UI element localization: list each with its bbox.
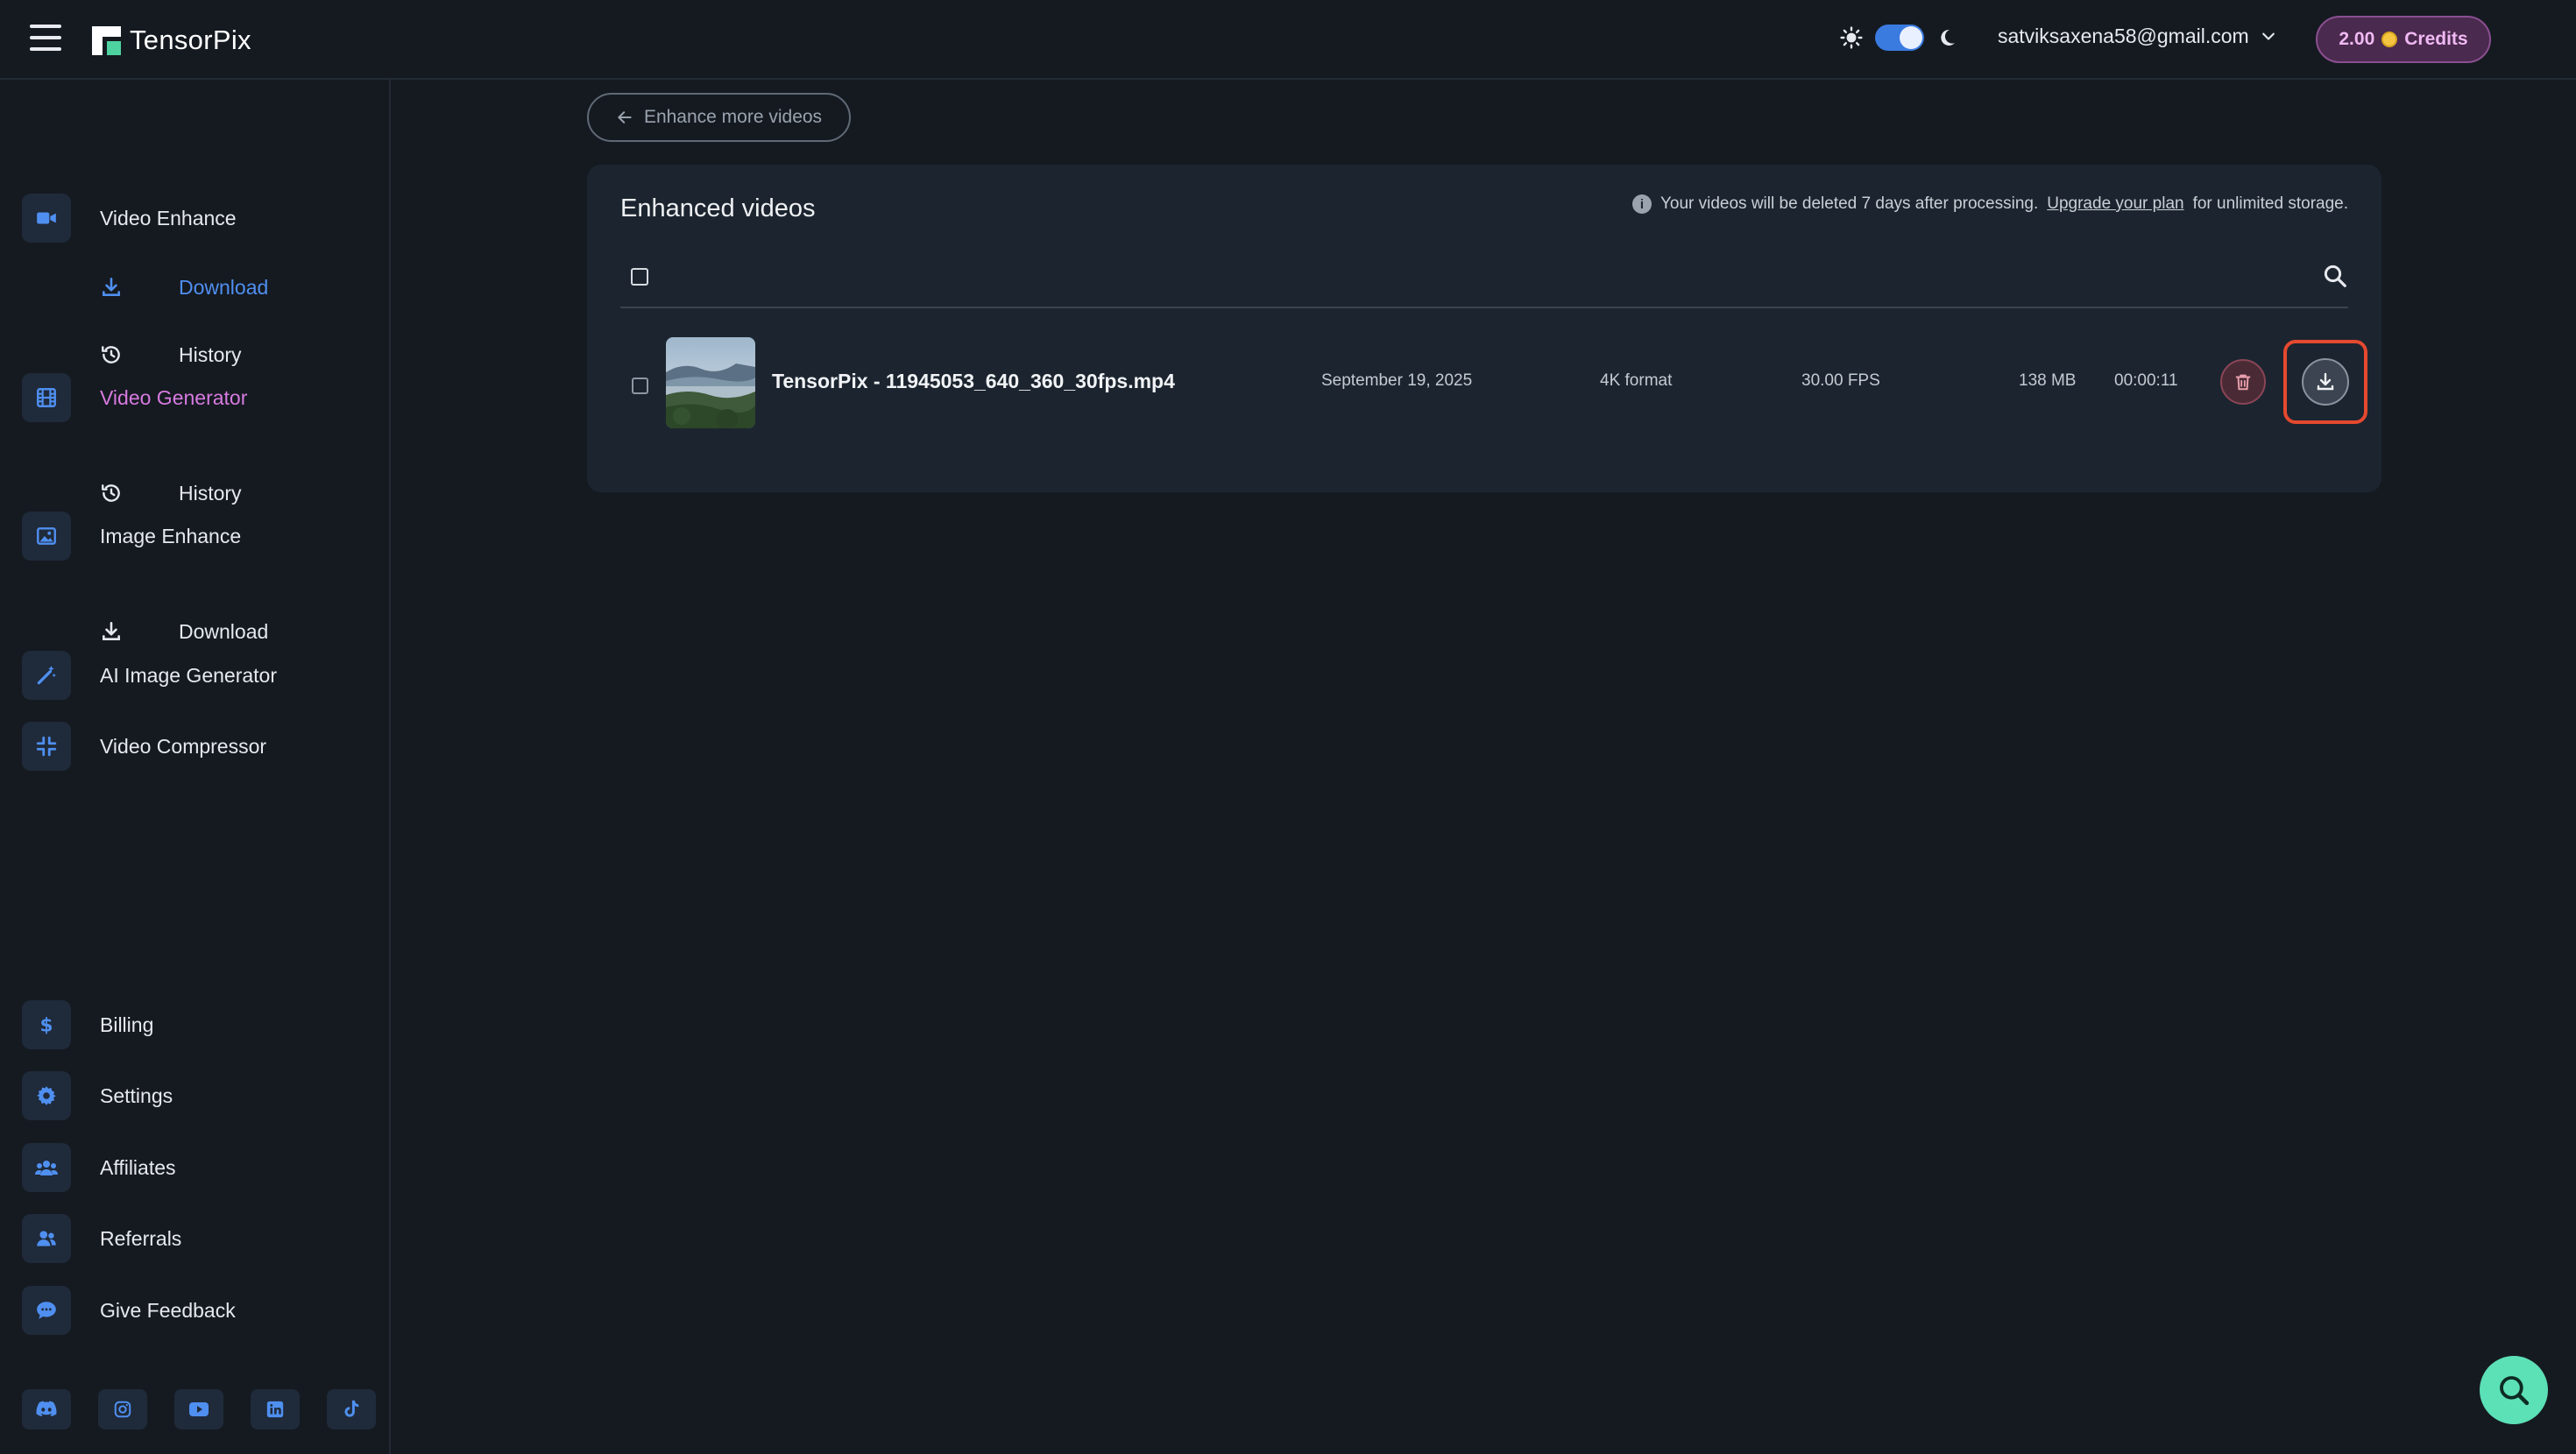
help-search-button[interactable]	[2480, 1356, 2548, 1424]
sidebar-item-label: Video Generator	[100, 385, 248, 409]
history-icon	[98, 342, 124, 368]
upgrade-plan-link[interactable]: Upgrade your plan	[2047, 194, 2183, 214]
image-icon	[22, 512, 71, 561]
sidebar-item-settings[interactable]: Settings	[0, 1069, 389, 1122]
header-divider	[620, 307, 2348, 308]
logo-text: TensorPix	[130, 25, 251, 55]
enhance-more-videos-button[interactable]: Enhance more videos	[587, 93, 851, 142]
coin-icon	[2381, 32, 2398, 47]
sidebar-item-label: Settings	[100, 1083, 173, 1107]
sidebar-item-label: AI Image Generator	[100, 663, 277, 687]
film-icon	[22, 373, 71, 422]
sidebar-item-referrals[interactable]: Referrals	[0, 1212, 389, 1265]
notice-text: Your videos will be deleted 7 days after…	[1660, 194, 2039, 213]
sidebar-item-affiliates[interactable]: Affiliates	[0, 1141, 389, 1194]
download-button[interactable]	[2302, 358, 2349, 406]
row-checkbox[interactable]	[632, 378, 648, 394]
info-icon: i	[1631, 194, 1652, 214]
social-links	[22, 1389, 376, 1429]
sidebar: Video Enhance Download History Video Gen…	[0, 80, 391, 1454]
search-icon[interactable]	[2322, 263, 2348, 293]
back-button-label: Enhance more videos	[643, 107, 823, 127]
table-row: TensorPix - 11945053_640_360_30fps.mp4 S…	[587, 336, 2381, 433]
video-date: September 19, 2025	[1321, 371, 1473, 390]
sidebar-subitem-download[interactable]: Download	[0, 265, 389, 309]
top-bar: TensorPix satviksaxena58@gmail.com 2.00 …	[0, 0, 2576, 80]
download-icon	[2317, 372, 2334, 391]
user-menu[interactable]: satviksaxena58@gmail.com	[1998, 25, 2277, 48]
chat-bubble-icon	[22, 1286, 71, 1335]
history-icon	[98, 480, 124, 506]
video-camera-icon	[22, 194, 71, 243]
credits-label: Credits	[2404, 29, 2468, 49]
toggle-knob	[1900, 26, 1922, 49]
sidebar-subitem-label: Download	[179, 275, 269, 299]
credits-button[interactable]: 2.00 Credits	[2316, 16, 2491, 63]
theme-toggle-group	[1840, 25, 1957, 51]
sidebar-subitem-label: History	[179, 481, 242, 505]
download-icon	[98, 274, 124, 300]
linkedin-icon[interactable]	[251, 1389, 300, 1429]
delete-button[interactable]	[2220, 359, 2266, 405]
sidebar-item-billing[interactable]: $ Billing	[0, 999, 389, 1051]
user-email: satviksaxena58@gmail.com	[1998, 25, 2249, 47]
logo-mark	[92, 25, 121, 55]
svg-text:$: $	[39, 1015, 53, 1036]
video-size: 138 MB	[2019, 371, 2077, 390]
sidebar-item-label: Video Compressor	[100, 734, 267, 758]
instagram-icon[interactable]	[98, 1389, 147, 1429]
sidebar-item-image-enhance[interactable]: Image Enhance	[0, 510, 389, 562]
search-icon	[2500, 1376, 2530, 1406]
sidebar-item-label: Referrals	[100, 1226, 182, 1250]
dollar-icon: $	[22, 1000, 71, 1049]
sidebar-item-label: Video Enhance	[100, 206, 237, 229]
youtube-icon[interactable]	[174, 1389, 223, 1429]
magic-wand-icon	[22, 651, 71, 700]
video-fps: 30.00 FPS	[1801, 371, 1880, 390]
sidebar-item-label: Affiliates	[100, 1155, 176, 1179]
video-thumbnail[interactable]	[666, 337, 755, 428]
sidebar-subitem-label: Download	[179, 619, 269, 643]
gear-icon	[22, 1071, 71, 1120]
sidebar-item-video-enhance[interactable]: Video Enhance	[0, 192, 389, 244]
compress-icon	[22, 722, 71, 771]
credits-amount: 2.00	[2339, 29, 2375, 49]
sun-icon	[1840, 26, 1863, 49]
menu-icon[interactable]	[30, 25, 61, 51]
select-all-checkbox[interactable]	[631, 268, 648, 286]
storage-notice: i Your videos will be deleted 7 days aft…	[1631, 194, 2348, 214]
trash-icon	[2235, 374, 2251, 391]
video-duration: 00:00:11	[2114, 371, 2178, 390]
theme-toggle[interactable]	[1875, 25, 1924, 51]
sidebar-item-label: Image Enhance	[100, 524, 242, 547]
chevron-down-icon	[2261, 32, 2275, 40]
sidebar-subitem-history[interactable]: History	[0, 471, 389, 515]
users-icon	[22, 1214, 71, 1263]
discord-icon[interactable]	[22, 1389, 71, 1429]
sidebar-item-label: Give Feedback	[100, 1298, 236, 1322]
logo[interactable]: TensorPix	[92, 23, 251, 58]
sidebar-subitem-history[interactable]: History	[0, 333, 389, 377]
enhanced-videos-panel: Enhanced videos i Your videos will be de…	[587, 165, 2381, 492]
download-icon	[98, 618, 124, 645]
arrow-left-icon	[618, 111, 632, 124]
video-filename[interactable]: TensorPix - 11945053_640_360_30fps.mp4	[772, 370, 1175, 393]
notice-suffix: for unlimited storage.	[2192, 194, 2348, 213]
sidebar-item-ai-image-generator[interactable]: AI Image Generator	[0, 649, 389, 702]
sidebar-item-video-compressor[interactable]: Video Compressor	[0, 720, 389, 773]
video-format: 4K format	[1600, 371, 1673, 390]
sidebar-item-label: Billing	[100, 1013, 154, 1036]
panel-title: Enhanced videos	[620, 194, 816, 222]
users-group-icon	[22, 1143, 71, 1192]
sidebar-subitem-label: History	[179, 342, 242, 366]
sidebar-item-video-generator[interactable]: Video Generator	[0, 371, 389, 424]
sidebar-item-give-feedback[interactable]: Give Feedback	[0, 1284, 389, 1337]
tiktok-icon[interactable]	[327, 1389, 376, 1429]
moon-icon	[1941, 29, 1955, 46]
sidebar-subitem-download[interactable]: Download	[0, 610, 389, 653]
